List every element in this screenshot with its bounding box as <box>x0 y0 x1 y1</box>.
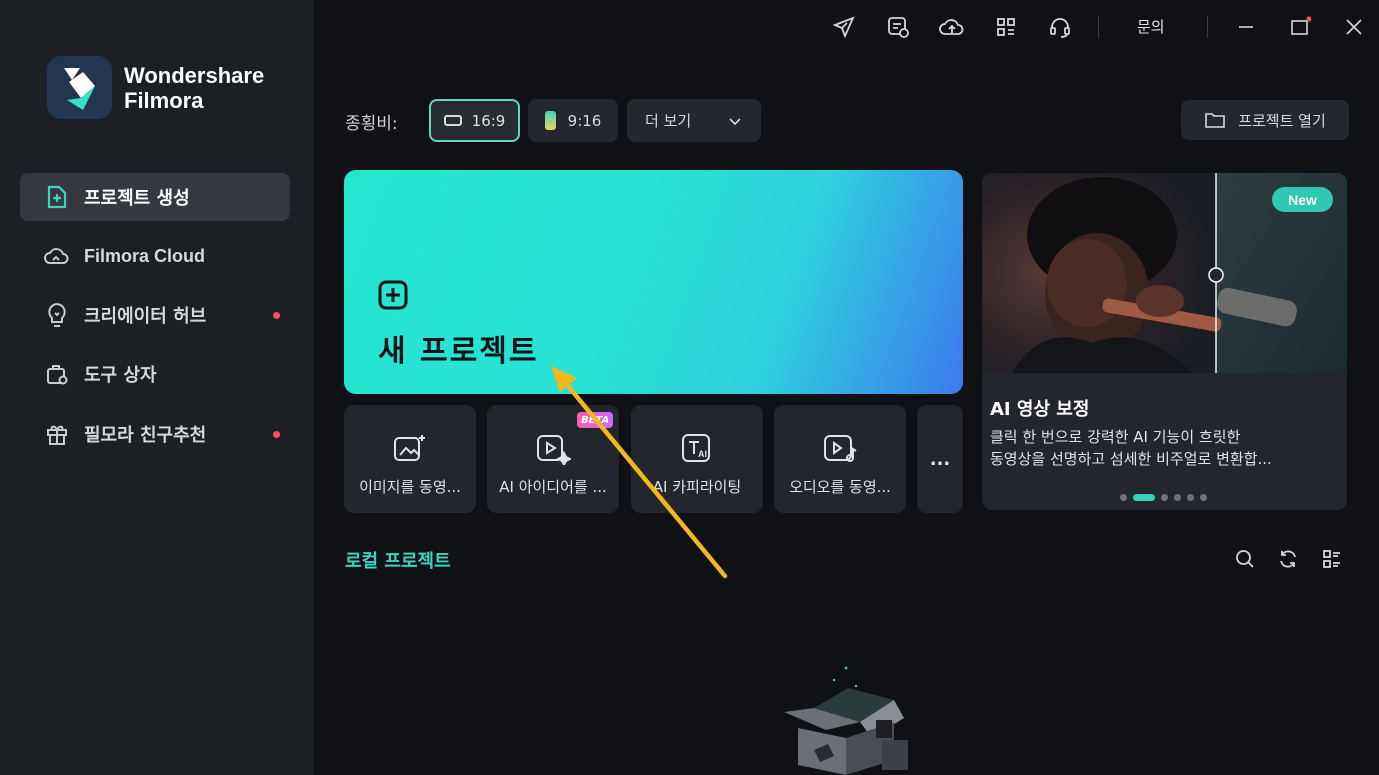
tool-label: 이미지를 동영... <box>359 478 461 496</box>
tool-ai-idea-to-video[interactable]: BETA AI 아이디어를 ... <box>487 405 619 513</box>
logo-wordmark-line2: Filmora <box>124 87 204 113</box>
ai-copywriting-icon: AI <box>682 434 710 462</box>
list-view-icon[interactable] <box>1320 547 1344 571</box>
new-project-card[interactable]: 새 프로젝트 <box>344 170 963 394</box>
cloud-upload-icon[interactable] <box>939 14 965 40</box>
lightbulb-icon <box>44 302 70 328</box>
aspect-9-16-button[interactable]: 9:16 <box>528 99 618 142</box>
promo-title: AI 영상 보정 <box>990 399 1090 420</box>
image-to-video-icon <box>394 435 425 461</box>
beta-badge: BETA <box>577 412 614 428</box>
toolbar-divider <box>1098 16 1099 38</box>
headset-icon[interactable] <box>1047 14 1073 40</box>
folder-icon <box>1204 111 1226 129</box>
carousel-dot[interactable] <box>1200 494 1207 501</box>
sidebar-item-filmora-cloud[interactable]: Filmora Cloud <box>20 232 290 280</box>
open-project-button[interactable]: 프로젝트 열기 <box>1181 100 1349 140</box>
chevron-down-icon <box>729 112 741 130</box>
tool-label: AI 카피라이팅 <box>652 478 742 496</box>
aspect-16-9-button[interactable]: 16:9 <box>429 99 520 142</box>
promo-desc-line1: 클릭 한 번으로 강력한 AI 기능이 흐릿한 <box>990 428 1241 446</box>
feedback-icon[interactable] <box>885 14 911 40</box>
audio-to-video-icon <box>824 435 857 462</box>
close-icon[interactable] <box>1341 14 1367 40</box>
maximize-icon[interactable] <box>1287 14 1313 40</box>
promo-description: 클릭 한 번으로 강력한 AI 기능이 흐릿한 동영상을 선명하고 섬세한 비주… <box>990 426 1335 470</box>
sidebar-item-label: 필모라 친구추천 <box>84 425 207 446</box>
sidebar-item-create-project[interactable]: 프로젝트 생성 <box>20 173 290 221</box>
tool-audio-to-video[interactable]: 오디오를 동영... <box>774 405 906 513</box>
aspect-more-dropdown[interactable]: 더 보기 <box>627 99 761 142</box>
sidebar-item-label: 크리에이터 허브 <box>84 306 207 327</box>
inquiry-button[interactable]: 문의 <box>1137 16 1165 37</box>
sidebar-item-label: 프로젝트 생성 <box>84 188 190 209</box>
local-projects-title: 로컬 프로젝트 <box>345 551 451 572</box>
aspect-more-label: 더 보기 <box>645 112 692 130</box>
sidebar-item-creator-hub[interactable]: 크리에이터 허브 <box>20 291 290 339</box>
sidebar-item-refer-friend[interactable]: 필모라 친구추천 <box>20 410 290 458</box>
new-project-icon <box>44 184 70 210</box>
empty-box-illustration <box>784 666 908 775</box>
tool-image-to-video[interactable]: 이미지를 동영... <box>344 405 476 513</box>
sidebar-item-toolbox[interactable]: 도구 상자 <box>20 350 290 398</box>
notification-dot <box>273 312 280 319</box>
aspect-16-9-label: 16:9 <box>471 111 506 130</box>
filmora-logo-icon <box>47 56 112 119</box>
minimize-icon[interactable] <box>1233 14 1259 40</box>
carousel-dot[interactable] <box>1133 494 1155 501</box>
promo-banner[interactable]: New AI 영상 보정 클릭 한 번으로 강력한 AI 기능이 흐릿한 동영상… <box>982 173 1347 510</box>
promo-desc-line2: 동영상을 선명하고 섬세한 비주얼로 변환합... <box>990 450 1272 468</box>
tool-ai-copywriting[interactable]: AI AI 카피라이팅 <box>631 405 763 513</box>
grid-icon[interactable] <box>993 14 1019 40</box>
gift-icon <box>44 421 70 447</box>
toolbox-icon <box>44 361 70 387</box>
ai-idea-icon <box>537 435 571 465</box>
tool-label: AI 아이디어를 ... <box>499 478 607 496</box>
sidebar-item-label: Filmora Cloud <box>84 245 205 266</box>
open-project-label: 프로젝트 열기 <box>1238 111 1326 130</box>
logo-wordmark-line1: Wondershare <box>124 62 265 88</box>
cloud-icon <box>44 243 70 269</box>
filmora-logo: Wondershare Filmora <box>47 56 264 119</box>
sidebar-item-label: 도구 상자 <box>84 365 157 386</box>
carousel-dot[interactable] <box>1174 494 1181 501</box>
portrait-icon <box>544 111 556 130</box>
new-badge: New <box>1272 187 1333 212</box>
svg-text:AI: AI <box>698 449 707 459</box>
more-icon: ... <box>929 448 951 470</box>
search-icon[interactable] <box>1233 547 1257 571</box>
aspect-9-16-label: 9:16 <box>567 111 602 130</box>
new-project-label: 새 프로젝트 <box>378 334 539 369</box>
carousel-dots <box>1120 494 1213 501</box>
sidebar: Wondershare Filmora 프로젝트 생성 Filmora Clou… <box>0 0 313 775</box>
tool-label: 오디오를 동영... <box>789 478 891 496</box>
aspect-ratio-label: 종횡비: <box>345 114 398 134</box>
landscape-icon <box>443 115 462 126</box>
carousel-dot[interactable] <box>1187 494 1194 501</box>
toolbar-divider <box>1207 16 1208 38</box>
add-square-icon <box>378 280 408 310</box>
carousel-dot[interactable] <box>1161 494 1168 501</box>
refresh-icon[interactable] <box>1276 547 1300 571</box>
notification-dot <box>273 431 280 438</box>
more-tools-button[interactable]: ... <box>917 405 963 513</box>
send-icon[interactable] <box>831 14 857 40</box>
carousel-dot[interactable] <box>1120 494 1127 501</box>
